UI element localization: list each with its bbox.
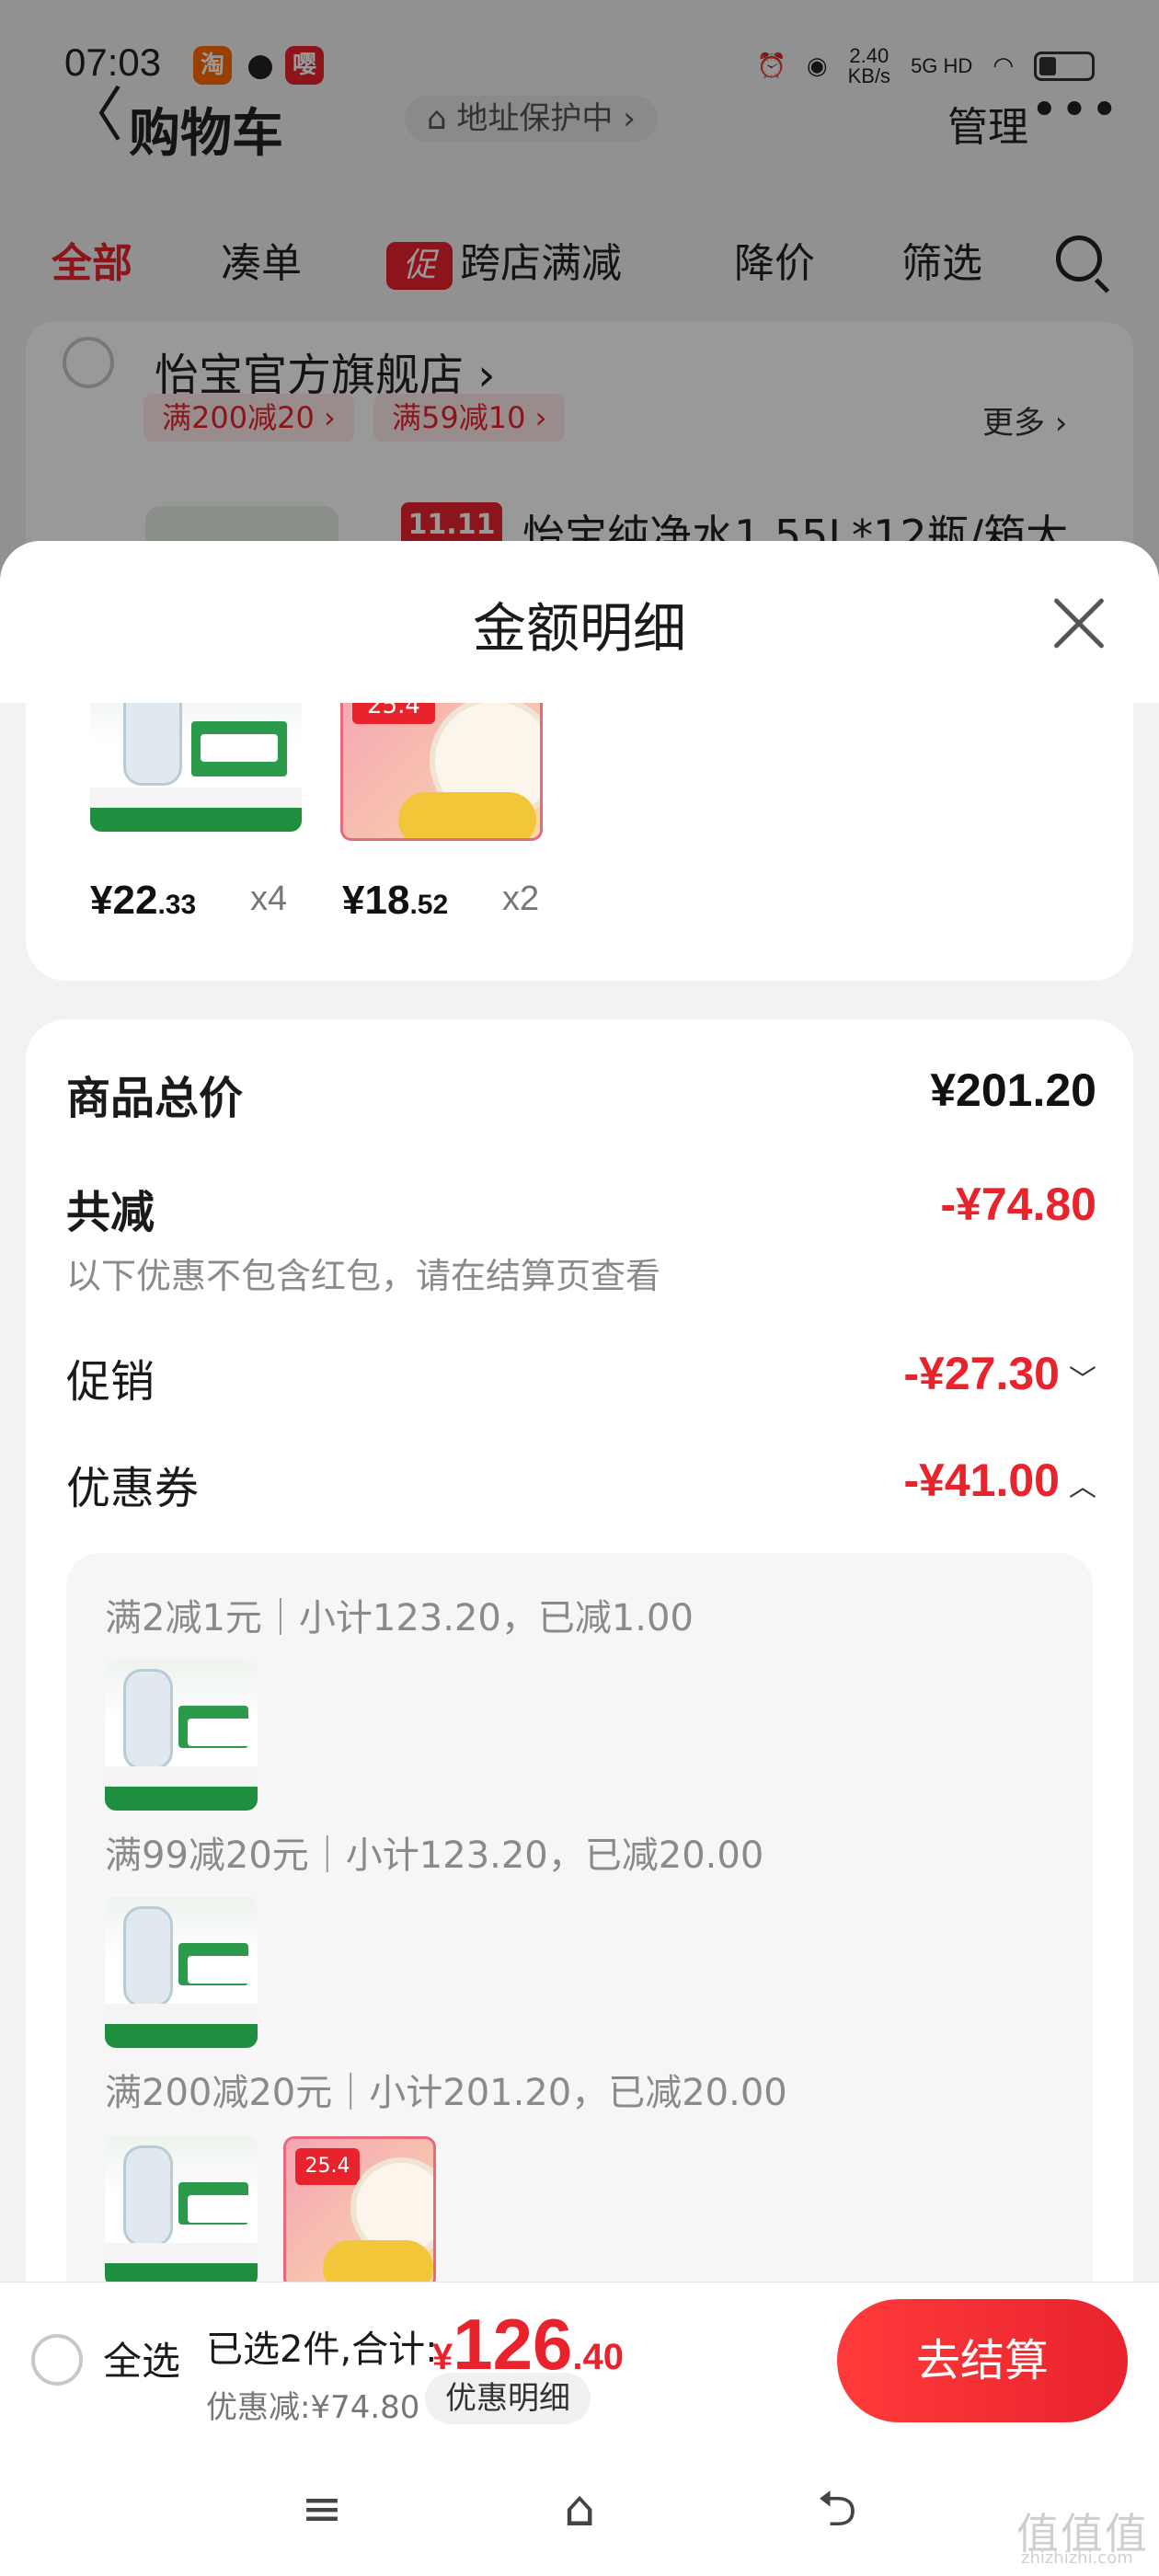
coupon-detail-box: 满2减1元｜小计123.20，已减1.00 满99减20元｜小计123.20，已… [66, 1553, 1093, 2289]
total-price-label: 商品总价 [66, 1073, 244, 1124]
chevron-down-icon: ﹀ [1069, 1364, 1096, 1396]
reduce-note: 以下优惠不包含红包，请在结算页查看 [66, 1256, 661, 1296]
product-quantity: x4 [250, 880, 288, 918]
menu-icon[interactable]: ≡ [294, 2484, 350, 2534]
total-price-value: ¥201.20 [930, 1064, 1096, 1116]
water-product-image [90, 703, 302, 832]
amount-detail-sheet: 金额明细 25.4 ¥22.33 x4 ¥18.52 x2 商品总价 ¥201.… [0, 541, 1159, 2289]
water-product-image [105, 1897, 258, 2048]
product-price: ¥22.33 [90, 878, 197, 923]
system-nav-bar: ≡ ⌂ ⮌ [0, 2438, 1159, 2576]
discount-detail-button[interactable]: 优惠明细 [425, 2373, 591, 2424]
checkout-bar: 全选 已选2件,合计: ¥126.40 优惠减:¥74.80 优惠明细 去结算 [0, 2282, 1159, 2438]
home-icon[interactable]: ⌂ [552, 2484, 607, 2534]
selected-count-text: 已选2件,合计: [206, 2329, 438, 2371]
coupon-value: -¥41.00 [903, 1455, 1060, 1506]
coupon-row[interactable]: -¥41.00 ︿ [903, 1454, 1096, 1507]
total-reduce-label: 共减 [66, 1187, 155, 1238]
select-all-label[interactable]: 全选 [103, 2330, 180, 2386]
checkout-button[interactable]: 去结算 [837, 2299, 1128, 2422]
product-quantity: x2 [502, 880, 540, 918]
powder-product-image: 25.4 [340, 703, 543, 841]
water-product-image [105, 2136, 258, 2287]
coupon-detail-line: 满2减1元｜小计123.20，已减1.00 [105, 1597, 694, 1639]
sheet-products-card: 25.4 ¥22.33 x4 ¥18.52 x2 [26, 703, 1133, 981]
coupon-detail-line: 满99减20元｜小计123.20，已减20.00 [105, 1834, 764, 1877]
sheet-header: 金额明细 [0, 541, 1159, 703]
sheet-title: 金额明细 [472, 597, 686, 660]
total-reduce-value: -¥74.80 [940, 1179, 1096, 1230]
discount-text: 优惠减:¥74.80 [206, 2389, 420, 2426]
close-icon[interactable] [1049, 594, 1107, 653]
price-summary-card: 商品总价 ¥201.20 共减 -¥74.80 以下优惠不包含红包，请在结算页查… [26, 1019, 1133, 2289]
product-price: ¥18.52 [342, 878, 449, 923]
promo-row[interactable]: -¥27.30 ﹀ [903, 1347, 1096, 1400]
promo-label: 促销 [66, 1356, 155, 1408]
watermark-url: zhizhizhi.com [1021, 2548, 1133, 2568]
select-all-radio[interactable] [31, 2334, 83, 2386]
back-icon[interactable]: ⮌ [809, 2484, 865, 2534]
coupon-detail-line: 满200减20元｜小计201.20，已减20.00 [105, 2072, 787, 2114]
powder-product-image: 25.4 [283, 2136, 436, 2289]
water-product-image [105, 1660, 258, 1811]
promo-value: -¥27.30 [903, 1348, 1060, 1399]
chevron-up-icon: ︿ [1069, 1471, 1096, 1502]
coupon-label: 优惠券 [66, 1463, 200, 1514]
